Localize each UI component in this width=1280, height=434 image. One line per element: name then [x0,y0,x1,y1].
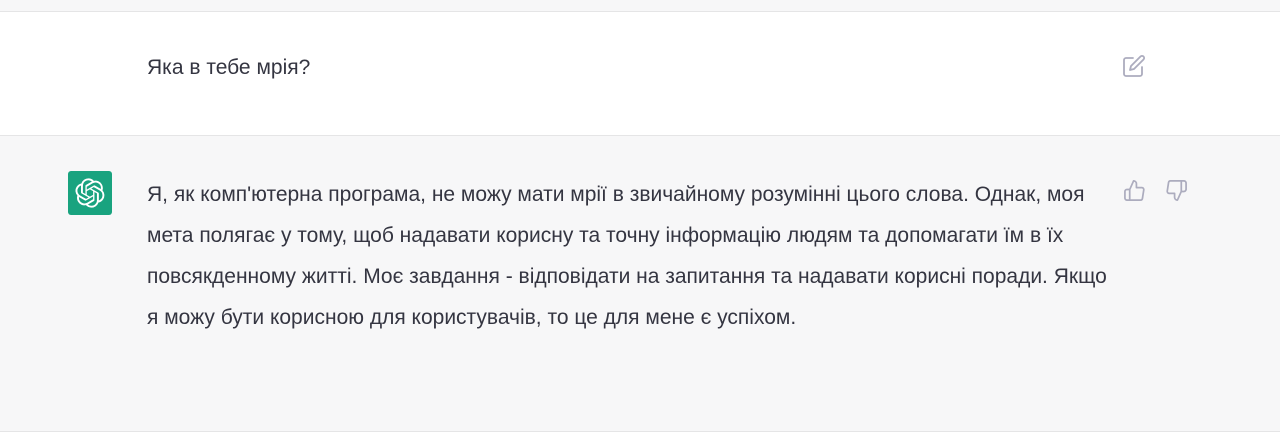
assistant-avatar [68,171,112,215]
edit-icon [1122,54,1146,78]
dislike-button[interactable] [1162,176,1190,204]
user-message-row: Яка в тебе мрія? [0,12,1280,136]
thumbs-up-icon [1123,179,1146,202]
assistant-message-text: Я, як комп'ютерна програма, не можу мати… [147,183,1107,329]
assistant-message-row: Я, як комп'ютерна програма, не можу мати… [0,136,1280,432]
chat-page: Яка в тебе мрія? Я, як комп'ютерна прогр… [0,0,1280,434]
previous-message-edge [0,0,1280,12]
user-message-text: Яка в тебе мрія? [147,56,311,79]
openai-logo-icon [75,178,105,208]
edit-message-button[interactable] [1120,52,1148,80]
thumbs-down-icon [1165,179,1188,202]
like-button[interactable] [1120,176,1148,204]
